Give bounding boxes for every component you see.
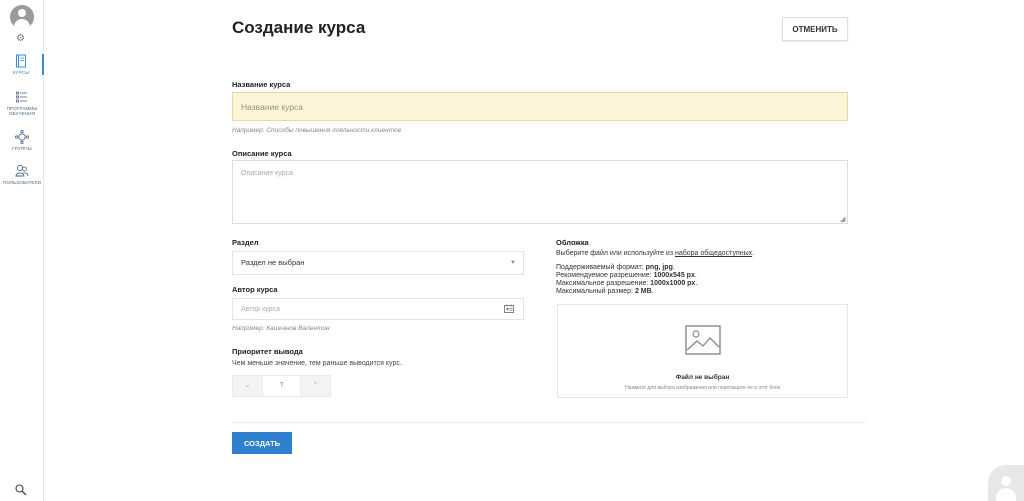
recommended-prefix: Рекомендуемое разрешение: bbox=[556, 272, 654, 279]
course-description-textarea[interactable] bbox=[232, 160, 848, 224]
resize-handle-icon[interactable]: ◢ bbox=[840, 216, 845, 223]
courses-icon bbox=[16, 54, 26, 68]
public-set-link[interactable]: набора общедоступных bbox=[675, 250, 752, 257]
page-title: Создание курса bbox=[232, 18, 366, 37]
sidebar-item-label: ГРУППЫ bbox=[12, 146, 32, 151]
author-input[interactable] bbox=[232, 298, 524, 320]
footer-divider bbox=[232, 422, 866, 423]
cover-label: Обложка bbox=[556, 238, 589, 247]
maxres-value: 1000x1000 px bbox=[650, 280, 696, 287]
support-chat-avatar-icon[interactable] bbox=[988, 465, 1024, 501]
create-button[interactable]: СОЗДАТЬ bbox=[232, 432, 292, 454]
contact-card-icon[interactable] bbox=[504, 304, 514, 315]
sidebar-item-courses[interactable]: КУРСЫ bbox=[0, 54, 44, 75]
sidebar-item-programs[interactable]: ПРОГРАММЫ ОБУЧЕНИЯ bbox=[0, 91, 44, 116]
format-value: png, jpg bbox=[645, 264, 673, 271]
section-select[interactable]: Раздел не выбран ▼ bbox=[232, 251, 524, 275]
format-suffix: . bbox=[672, 264, 675, 271]
groups-icon bbox=[15, 130, 29, 144]
dropzone-subtitle: Нажмите для выбора изображения или перет… bbox=[625, 385, 780, 391]
cover-instructions: Выберите файл или используйте из набора … bbox=[556, 250, 754, 257]
sidebar-item-label: ПОЛЬЗОВАТЕЛИ bbox=[2, 180, 42, 185]
sidebar-item-label: ПРОГРАММЫ ОБУЧЕНИЯ bbox=[6, 106, 38, 116]
course-description-label: Описание курса bbox=[232, 149, 292, 158]
user-avatar[interactable] bbox=[10, 5, 34, 29]
maxsize-value: 2 MB bbox=[634, 288, 652, 295]
chevron-down-icon: ▼ bbox=[510, 260, 516, 266]
cancel-button[interactable]: ОТМЕНИТЬ bbox=[782, 17, 848, 41]
dropzone-title: Файл не выбран bbox=[675, 374, 730, 381]
cover-instructions-end: . bbox=[752, 250, 755, 257]
cover-maxres-line: Максимальное разрешение: 1000x1000 px. bbox=[556, 280, 697, 287]
recommended-suffix: . bbox=[694, 272, 697, 279]
course-name-label: Название курса bbox=[232, 80, 291, 89]
sidebar-item-label: КУРСЫ bbox=[12, 70, 30, 75]
section-select-value: Раздел не выбран bbox=[241, 258, 305, 267]
programs-icon bbox=[16, 91, 27, 103]
author-hint: Например: Кашканов Валентин bbox=[232, 325, 330, 332]
course-name-hint: Например: Способы повышения лояльности к… bbox=[232, 127, 402, 134]
cover-maxsize-line: Максимальный размер: 2 MB. bbox=[556, 288, 654, 295]
sidebar-item-groups[interactable]: ГРУППЫ bbox=[0, 130, 44, 151]
cover-recommended-line: Рекомендуемое разрешение: 1000x545 px. bbox=[556, 272, 697, 279]
search-user-icon[interactable] bbox=[15, 484, 28, 499]
maxres-suffix: . bbox=[695, 280, 698, 287]
image-placeholder-icon bbox=[685, 325, 721, 355]
priority-label: Приоритет вывода bbox=[232, 347, 303, 356]
maxres-prefix: Максимальное разрешение: bbox=[556, 280, 651, 287]
priority-description: Чем меньше значение, тем раньше выводитс… bbox=[232, 360, 402, 367]
priority-stepper: ⌄ ? ⌃ bbox=[232, 375, 331, 397]
sidebar-item-users[interactable]: ПОЛЬЗОВАТЕЛИ bbox=[0, 164, 44, 185]
priority-decrement-button[interactable]: ⌄ bbox=[232, 375, 263, 397]
maxsize-prefix: Максимальный размер: bbox=[556, 288, 635, 295]
recommended-value: 1000x545 px bbox=[653, 272, 695, 279]
section-label: Раздел bbox=[232, 238, 259, 247]
cover-format-line: Поддерживаемый формат: png, jpg. bbox=[556, 264, 675, 271]
priority-increment-button[interactable]: ⌃ bbox=[300, 375, 331, 397]
sidebar: ⚙ КУРСЫ ПРОГРАММЫ ОБУЧЕНИЯ ГРУППЫ ПОЛЬЗО… bbox=[0, 0, 44, 501]
course-name-input[interactable] bbox=[232, 92, 848, 121]
cover-instructions-text: Выберите файл или используйте из bbox=[556, 250, 675, 257]
priority-value[interactable]: ? bbox=[263, 375, 300, 397]
settings-gear-icon[interactable]: ⚙ bbox=[16, 33, 25, 45]
maxsize-suffix: . bbox=[651, 288, 654, 295]
format-prefix: Поддерживаемый формат: bbox=[556, 264, 646, 271]
users-icon bbox=[15, 165, 29, 177]
cover-dropzone[interactable]: Файл не выбран Нажмите для выбора изобра… bbox=[557, 304, 848, 398]
author-label: Автор курса bbox=[232, 285, 278, 294]
